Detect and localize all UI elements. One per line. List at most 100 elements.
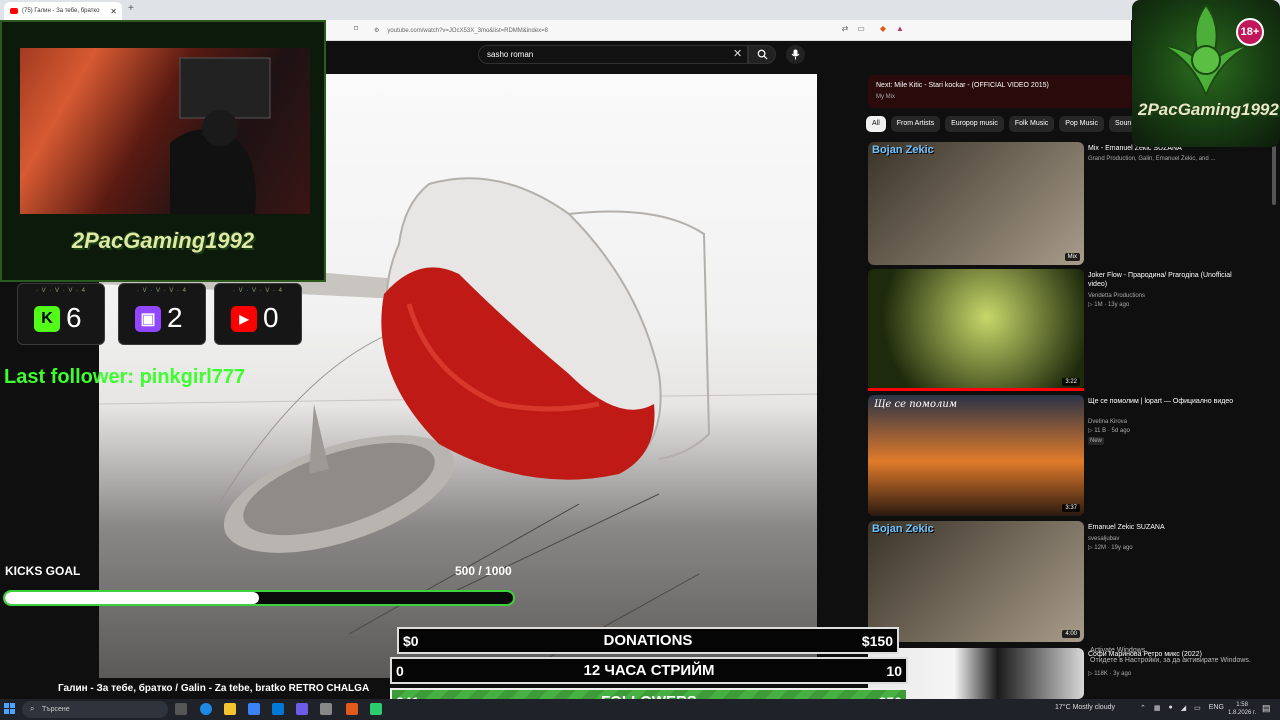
video-channel[interactable]: Dvetina Kirova bbox=[1088, 418, 1238, 426]
video-thumbnail[interactable]: Bojan Zekic Mix bbox=[868, 142, 1084, 265]
thumbnail-caption: Bojan Zekic bbox=[872, 523, 934, 535]
kick-icon: K bbox=[34, 306, 60, 332]
video-stats: ▷ 1M · 13y ago bbox=[1088, 302, 1130, 308]
up-next-title: Next: Mile Kitic - Stari kockar - (OFFIC… bbox=[876, 82, 1049, 89]
battery-icon[interactable]: ▭ bbox=[1194, 704, 1201, 712]
bookmark-icon[interactable]: ⌑ bbox=[354, 24, 358, 33]
chevron-up-icon[interactable]: ⌃ bbox=[1140, 704, 1146, 712]
hours-label: 12 ЧАСА СТРИЙМ bbox=[583, 662, 715, 679]
store-icon[interactable] bbox=[248, 703, 260, 715]
webcam-scene bbox=[170, 57, 271, 214]
youtube-favicon-icon bbox=[10, 8, 18, 14]
network-icon[interactable]: ▦ bbox=[1154, 704, 1161, 712]
video-thumbnail[interactable]: Ще се помолим 3:37 bbox=[868, 395, 1084, 516]
now-playing: Галин - За тебе, братко / Galin - Za teb… bbox=[58, 683, 370, 694]
close-tab-icon[interactable]: ✕ bbox=[110, 7, 117, 16]
thumbnail-caption: Bojan Zekic bbox=[872, 144, 934, 156]
url-text: youtube.com/watch?v=JOcX53X_3mo&list=RDM… bbox=[387, 27, 548, 34]
kicks-goal-bar bbox=[3, 590, 515, 606]
file-explorer-icon[interactable] bbox=[224, 703, 236, 715]
activate-windows-hint: Отидете в Настройки, за да активирате Wi… bbox=[1090, 657, 1251, 664]
notifications-icon[interactable]: ▤ bbox=[1262, 703, 1271, 714]
donations-current: $0 bbox=[403, 632, 419, 649]
video-stats: ▷ 12M · 19y ago bbox=[1088, 545, 1133, 551]
app-icon[interactable] bbox=[296, 703, 308, 715]
video-stats: ▷ 118K · 3y ago bbox=[1088, 671, 1132, 677]
donations-label: DONATIONS bbox=[603, 632, 693, 649]
search-icon bbox=[757, 49, 768, 60]
video-channel[interactable]: Vendetta Productions bbox=[1088, 292, 1238, 300]
tune-icon: ⚙ bbox=[374, 28, 380, 34]
voice-search-button[interactable] bbox=[786, 45, 805, 64]
brave-browser-icon[interactable] bbox=[346, 703, 358, 715]
filter-chips: All From Artists Europop music Folk Musi… bbox=[866, 116, 1138, 132]
channel-name: 2PacGaming1992 bbox=[71, 228, 255, 253]
chip-pop[interactable]: Pop Music bbox=[1059, 116, 1104, 132]
donations-target: $150 bbox=[861, 632, 893, 649]
task-view-icon[interactable] bbox=[175, 703, 187, 715]
up-next-banner[interactable] bbox=[868, 75, 1132, 108]
search-icon: ⌕ bbox=[30, 704, 35, 713]
browser-tab-bar bbox=[0, 0, 1280, 20]
youtube-count: 0 bbox=[263, 302, 279, 333]
hours-current: 0 bbox=[396, 662, 404, 679]
video-title[interactable]: Joker Flow - Прародина/ Praroдina (Unoff… bbox=[1088, 271, 1238, 289]
edge-icon[interactable] bbox=[200, 703, 212, 715]
twitch-stat-box: · V · V · V · 4 ▣ 2 bbox=[118, 283, 206, 345]
translate-icon[interactable]: ⇄ bbox=[840, 24, 850, 34]
start-button[interactable] bbox=[4, 703, 15, 714]
taskbar-search-input[interactable]: Търсене bbox=[22, 701, 168, 718]
video-duration: 3:22 bbox=[1062, 378, 1080, 386]
new-tab-button[interactable]: + bbox=[128, 3, 134, 14]
weather-widget[interactable]: 17°C Mostly cloudy bbox=[1055, 704, 1115, 711]
age-restriction-badge: 18+ bbox=[1236, 18, 1264, 46]
chip-all[interactable]: All bbox=[866, 116, 886, 132]
cast-icon[interactable]: ▭ bbox=[856, 24, 866, 34]
brave-shield-icon[interactable]: ◆ bbox=[878, 24, 888, 34]
video-thumbnail[interactable]: Bojan Zekic 4:00 bbox=[868, 521, 1084, 642]
kicks-goal-fill bbox=[5, 592, 259, 604]
stream-hours-bar: 0 12 ЧАСА СТРИЙМ 10 bbox=[390, 657, 908, 684]
tab-title: (75) Галин - За тебе, братко bbox=[22, 8, 100, 14]
kick-count: 6 bbox=[66, 302, 82, 333]
microphone-icon[interactable]: ● bbox=[1169, 704, 1173, 712]
video-channel[interactable]: Grand Production, Galin, Emanuel Zekic, … bbox=[1088, 155, 1238, 163]
twitch-count: 2 bbox=[167, 302, 183, 333]
chip-folk[interactable]: Folk Music bbox=[1008, 116, 1055, 132]
stat-label: · V · V · V · 4 bbox=[136, 288, 187, 294]
webcam-feed bbox=[20, 48, 310, 214]
video-duration: 3:37 bbox=[1062, 504, 1080, 512]
video-duration: 4:00 bbox=[1062, 630, 1080, 638]
taskbar-clock[interactable]: 1:58 1.8.2026 г. bbox=[1228, 701, 1256, 717]
thumbnail-caption: Ще се помолим bbox=[874, 399, 958, 410]
chip-europop[interactable]: Europop music bbox=[945, 116, 1004, 132]
search-input[interactable]: sasho roman bbox=[478, 45, 748, 64]
url-field[interactable]: ⚙ youtube.com/watch?v=JOcX53X_3mo&list=R… bbox=[374, 24, 854, 37]
cannabis-leaf-icon bbox=[1161, 3, 1251, 98]
new-badge: New bbox=[1088, 437, 1105, 445]
browser-tab[interactable]: (75) Галин - За тебе, братко ✕ bbox=[4, 2, 122, 20]
stat-label: · V · V · V · 4 bbox=[232, 288, 283, 294]
video-title[interactable]: Emanuel Zekic SUZANA bbox=[1088, 523, 1238, 532]
microphone-icon bbox=[791, 49, 800, 60]
mail-icon[interactable] bbox=[272, 703, 284, 715]
search-button[interactable] bbox=[748, 45, 776, 64]
system-tray: ⌃ ▦ ● ◢ ▭ ENG bbox=[1140, 704, 1224, 712]
video-stats: ▷ 11 B · 5d ago bbox=[1088, 428, 1130, 434]
video-title[interactable]: Ще се помолим | lopart — Официално видео bbox=[1088, 397, 1238, 406]
video-thumbnail[interactable]: 3:22 bbox=[868, 269, 1084, 390]
language-indicator[interactable]: ENG bbox=[1209, 704, 1224, 712]
volume-icon[interactable]: ◢ bbox=[1181, 704, 1186, 712]
hours-target: 10 bbox=[886, 662, 902, 679]
brave-rewards-icon[interactable]: ▲ bbox=[895, 24, 905, 34]
youtube-stat-box: · V · V · V · 4 ▶ 0 bbox=[214, 283, 302, 345]
video-duration: Mix bbox=[1064, 253, 1080, 261]
chip-from-artists[interactable]: From Artists bbox=[890, 116, 941, 132]
clear-search-icon[interactable]: ✕ bbox=[733, 47, 742, 60]
app-icon[interactable] bbox=[320, 703, 332, 715]
obs-icon[interactable] bbox=[370, 703, 382, 715]
kicks-goal-label: KICKS GOAL bbox=[5, 564, 81, 578]
clock-date: 1.8.2026 г. bbox=[1228, 710, 1257, 716]
scrollbar[interactable] bbox=[1272, 145, 1276, 205]
video-channel[interactable]: svesaljubav bbox=[1088, 535, 1238, 543]
